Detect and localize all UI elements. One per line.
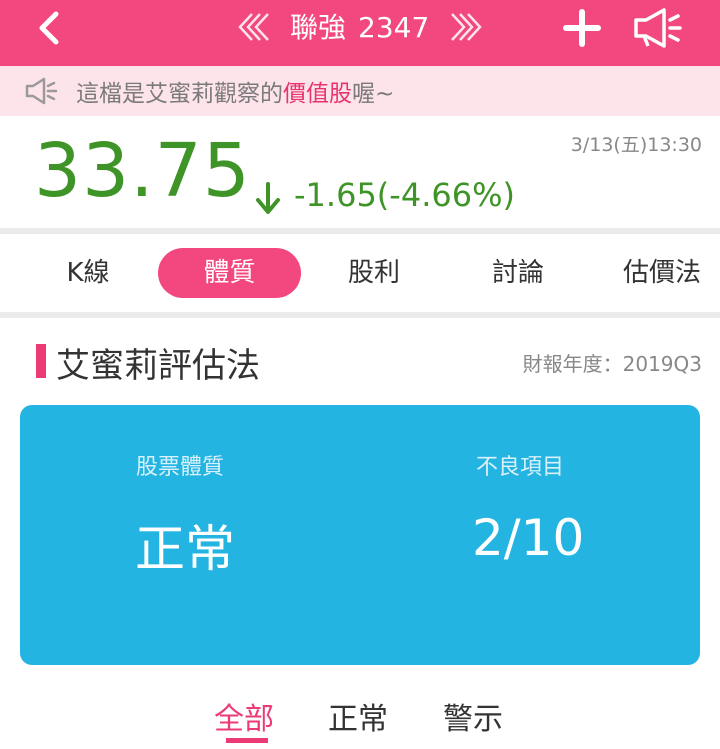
- bad-items-label: 不良項目: [476, 455, 565, 480]
- stock-title: 聯強 2347: [290, 8, 429, 48]
- price-change: -1.65(-4.66%): [294, 176, 515, 214]
- divider: [0, 312, 720, 318]
- notice-bar: 這檔是艾蜜莉觀察的 價值股 喔~: [0, 66, 720, 116]
- filter-warning[interactable]: 警示: [443, 694, 503, 738]
- megaphone-icon: [25, 77, 58, 105]
- tab-bar: K線 體質 股利 討論 估價法: [0, 234, 720, 312]
- filter-all[interactable]: 全部: [214, 694, 274, 738]
- section-title: 艾蜜莉評估法: [56, 346, 260, 386]
- megaphone-icon[interactable]: [630, 6, 686, 50]
- notice-highlight: 價值股: [283, 81, 352, 107]
- tab-discussion[interactable]: 討論: [470, 248, 566, 298]
- quote-panel: 33.75 -1.65(-4.66%) 3/13(五)13:30: [0, 116, 720, 228]
- current-price: 33.75: [34, 128, 251, 214]
- plus-icon[interactable]: [562, 8, 602, 48]
- filter-normal[interactable]: 正常: [328, 694, 388, 738]
- top-bar: 聯強 2347: [0, 0, 720, 66]
- stock-code: 2347: [358, 11, 430, 44]
- health-value: 正常: [135, 520, 235, 578]
- report-label: 財報年度：: [522, 352, 623, 376]
- report-value: 2019Q3: [622, 352, 702, 376]
- stock-name: 聯強: [290, 11, 347, 44]
- filter-active-indicator: [226, 738, 268, 743]
- tab-kline[interactable]: K線: [40, 248, 136, 298]
- double-chevron-left-icon[interactable]: [234, 10, 278, 44]
- report-period: 財報年度：2019Q3: [470, 348, 702, 377]
- summary-card: 股票體質 正常 不良項目 2/10: [20, 405, 700, 665]
- bad-items-value: 2/10: [472, 509, 585, 567]
- quote-datetime: 3/13(五)13:30: [570, 134, 702, 156]
- tab-fundamentals[interactable]: 體質: [158, 248, 301, 298]
- health-label: 股票體質: [136, 455, 225, 480]
- notice-suffix: 喔~: [352, 81, 395, 107]
- tab-dividend[interactable]: 股利: [326, 248, 422, 298]
- double-chevron-right-icon[interactable]: [442, 10, 486, 44]
- section-header: 艾蜜莉評估法 財報年度：2019Q3: [0, 330, 720, 390]
- notice-prefix: 這檔是艾蜜莉觀察的: [76, 81, 283, 107]
- chevron-left-icon[interactable]: [30, 8, 70, 48]
- filter-bar: 全部 正常 警示: [0, 680, 720, 749]
- arrow-down-icon: [256, 182, 280, 214]
- tab-valuation[interactable]: 估價法: [606, 248, 718, 298]
- section-accent-bar: [36, 344, 46, 378]
